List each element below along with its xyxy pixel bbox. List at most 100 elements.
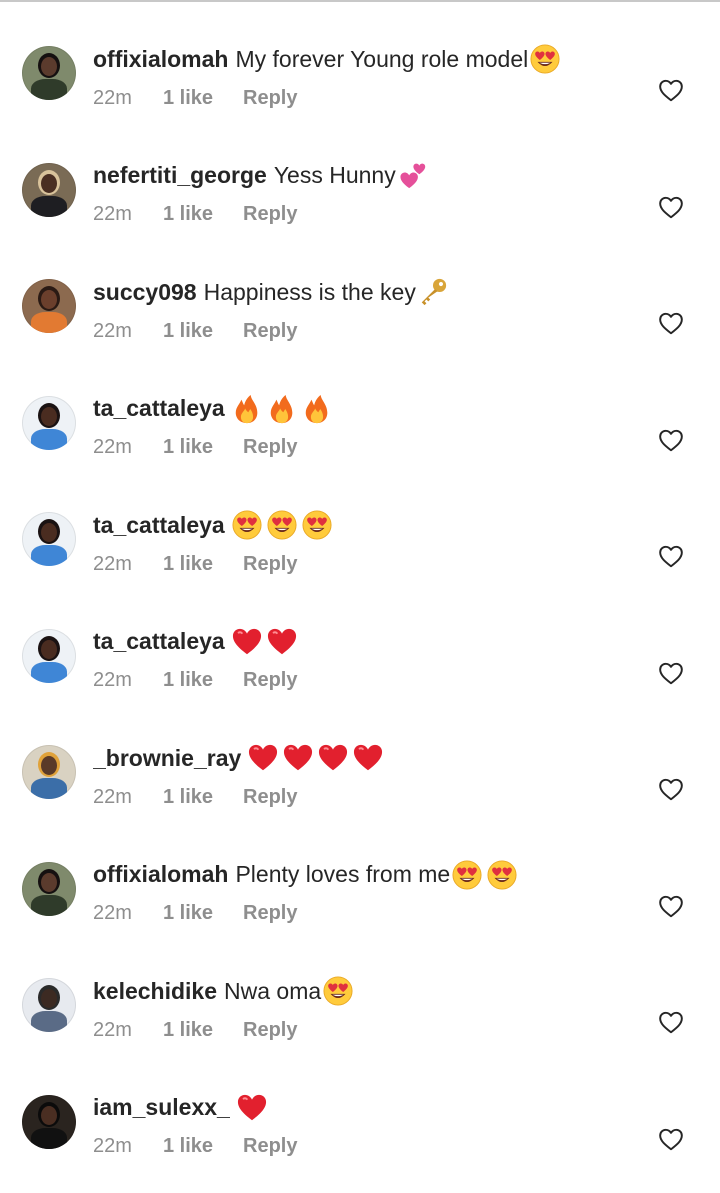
reply-button[interactable]: Reply xyxy=(243,320,297,343)
comment-body: ta_cattaleya xyxy=(93,624,297,660)
red-heart-emoji xyxy=(353,743,383,773)
heart-eyes-emoji xyxy=(323,976,353,1006)
red-heart-emoji xyxy=(283,743,313,773)
comment-text: Plenty loves from me xyxy=(235,861,451,887)
comment-row[interactable]: ta_cattaleya 22m 1 like Reply xyxy=(0,494,720,610)
red-heart-emoji xyxy=(232,627,262,657)
red-heart-emoji xyxy=(248,743,278,773)
comment-body: ta_cattaleya xyxy=(93,507,332,543)
comment-username[interactable]: iam_sulexx_ xyxy=(93,1094,230,1121)
comment-username[interactable]: offixialomah xyxy=(93,46,228,73)
heart-outline-icon[interactable] xyxy=(658,78,684,102)
red-heart-emoji xyxy=(267,627,297,657)
avatar[interactable] xyxy=(22,512,76,566)
avatar[interactable] xyxy=(22,162,76,217)
comment-emojis xyxy=(248,743,383,773)
heart-outline-icon[interactable] xyxy=(658,311,684,335)
heart-outline-icon[interactable] xyxy=(658,544,684,568)
avatar[interactable] xyxy=(22,861,76,916)
comment-like-count[interactable]: 1 like xyxy=(163,320,243,343)
comment-like-count[interactable]: 1 like xyxy=(163,87,243,110)
comment-text: Yess Hunny xyxy=(273,162,396,188)
heart-outline-icon[interactable] xyxy=(658,894,684,918)
comment-emojis xyxy=(418,277,448,307)
comment-username[interactable]: ta_cattaleya xyxy=(93,628,225,655)
comment-username[interactable]: offixialomah xyxy=(93,861,228,888)
comment-like-count[interactable]: 1 like xyxy=(163,203,243,226)
comment-like-count[interactable]: 1 like xyxy=(163,553,243,576)
comment-emojis xyxy=(232,627,297,657)
reply-button[interactable]: Reply xyxy=(243,553,297,576)
comment-timestamp: 22m xyxy=(93,902,132,924)
reply-button[interactable]: Reply xyxy=(243,87,297,110)
comment-body: kelechidike Nwa oma xyxy=(93,973,353,1009)
comment-meta: 22m 1 like Reply xyxy=(93,550,297,578)
comment-username[interactable]: kelechidike xyxy=(93,978,217,1005)
heart-eyes-emoji xyxy=(232,510,262,540)
comment-text: Happiness is the key xyxy=(203,278,416,305)
comment-like-count[interactable]: 1 like xyxy=(163,786,243,809)
comment-row[interactable]: kelechidike Nwa oma 22m 1 like Reply xyxy=(0,960,720,1076)
comment-row[interactable]: _brownie_ray 22m 1 like Reply xyxy=(0,727,720,843)
comment-row[interactable]: ta_cattaleya 22m 1 like Reply xyxy=(0,378,720,494)
comment-like-count[interactable]: 1 like xyxy=(163,1019,243,1042)
fire-emoji xyxy=(267,394,297,424)
heart-outline-icon[interactable] xyxy=(658,777,684,801)
comment-body: offixialomah My forever Young role model xyxy=(93,41,560,77)
heart-outline-icon[interactable] xyxy=(658,428,684,452)
comment-meta: 22m 1 like Reply xyxy=(93,84,297,112)
comment-row[interactable]: succy098 Happiness is the key 22m 1 like Rep… xyxy=(0,261,720,377)
fire-emoji xyxy=(302,394,332,424)
comment-meta: 22m 1 like Reply xyxy=(93,667,297,695)
avatar[interactable] xyxy=(22,1094,76,1149)
key-emoji xyxy=(418,277,448,307)
heart-outline-icon[interactable] xyxy=(658,1010,684,1034)
comment-username[interactable]: _brownie_ray xyxy=(93,745,241,772)
comment-meta: 22m 1 like Reply xyxy=(93,434,297,462)
avatar[interactable] xyxy=(22,395,76,450)
comment-timestamp: 22m xyxy=(93,552,132,575)
comment-timestamp: 22m xyxy=(93,1018,132,1041)
comment-row[interactable]: ta_cattaleya 22m 1 like Reply xyxy=(0,611,720,727)
heart-eyes-emoji xyxy=(302,510,332,540)
reply-button[interactable]: Reply xyxy=(243,1019,297,1042)
comment-row[interactable]: iam_sulexx_ 22m 1 like Reply xyxy=(0,1077,720,1193)
heart-eyes-emoji xyxy=(530,44,560,74)
comment-row[interactable]: offixialomah My forever Young role model 2… xyxy=(0,28,720,144)
reply-button[interactable]: Reply xyxy=(243,436,297,459)
reply-button[interactable]: Reply xyxy=(243,786,297,809)
comment-meta: 22m 1 like Reply xyxy=(93,317,297,345)
comment-username[interactable]: nefertiti_george xyxy=(93,162,267,189)
comment-username[interactable]: succy098 xyxy=(93,279,197,306)
comment-timestamp: 22m xyxy=(93,669,132,691)
reply-button[interactable]: Reply xyxy=(243,669,297,692)
heart-eyes-emoji xyxy=(267,510,297,540)
comment-emojis xyxy=(452,859,517,890)
heart-outline-icon[interactable] xyxy=(658,661,684,685)
reply-button[interactable]: Reply xyxy=(243,203,297,226)
reply-button[interactable]: Reply xyxy=(243,902,297,925)
comment-text: Nwa oma xyxy=(224,977,322,1004)
comment-row[interactable]: nefertiti_george Yess Hunny 22m 1 like Reply xyxy=(0,145,720,261)
comment-meta: 22m 1 like Reply xyxy=(93,201,297,229)
comment-emojis xyxy=(232,510,332,540)
comment-username[interactable]: ta_cattaleya xyxy=(93,395,225,422)
comment-meta: 22m 1 like Reply xyxy=(93,783,297,811)
comment-timestamp: 22m xyxy=(93,436,132,458)
comment-like-count[interactable]: 1 like xyxy=(163,902,243,925)
comment-username[interactable]: ta_cattaleya xyxy=(93,512,225,539)
heart-outline-icon[interactable] xyxy=(658,195,684,219)
two-hearts-emoji xyxy=(398,161,428,191)
avatar[interactable] xyxy=(22,46,76,100)
comment-emojis xyxy=(237,1093,267,1123)
avatar[interactable] xyxy=(22,978,76,1032)
comment-like-count[interactable]: 1 like xyxy=(163,436,243,459)
avatar[interactable] xyxy=(22,279,76,333)
avatar[interactable] xyxy=(22,628,76,683)
comment-emojis xyxy=(323,976,353,1006)
avatar[interactable] xyxy=(22,745,76,799)
comment-row[interactable]: offixialomah Plenty loves from me 22m 1 lik… xyxy=(0,844,720,960)
comment-emojis xyxy=(232,394,332,424)
comment-like-count[interactable]: 1 like xyxy=(163,669,243,692)
comment-timestamp: 22m xyxy=(93,785,132,808)
